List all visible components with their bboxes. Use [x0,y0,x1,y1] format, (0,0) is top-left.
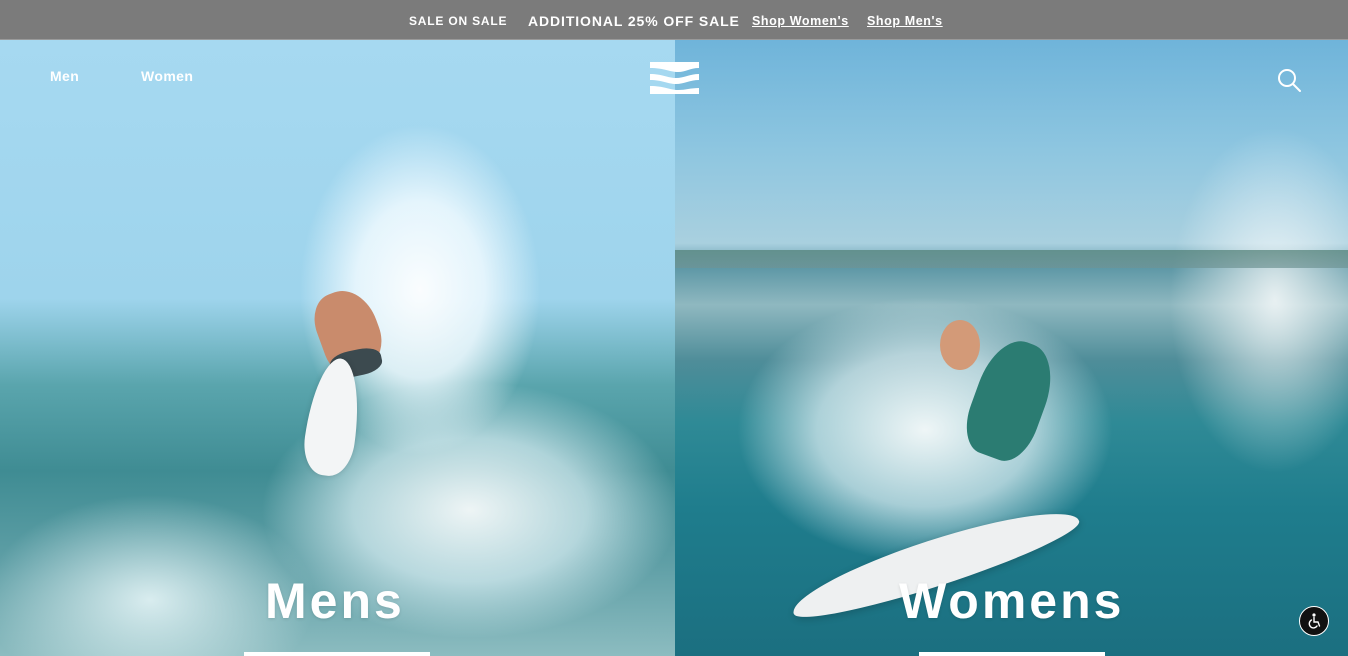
nav-men[interactable]: Men [50,68,79,84]
page: SALE ON SALE ADDITIONAL 25% OFF SALE Sho… [0,0,1348,656]
mens-title[interactable]: Mens [265,572,405,630]
womens-hero-panel[interactable] [675,40,1348,656]
promo-bar: SALE ON SALE ADDITIONAL 25% OFF SALE Sho… [0,0,1348,40]
shop-mens-link[interactable]: Shop Men's [867,0,943,40]
accessibility-button[interactable] [1299,606,1329,636]
shop-mens-button[interactable] [244,652,430,656]
wheelchair-accessibility-icon [1308,613,1321,629]
mens-hero-panel[interactable] [0,40,675,656]
shop-womens-button[interactable] [919,652,1105,656]
search-icon[interactable] [1277,68,1301,92]
horizon-treeline [675,250,1348,268]
promo-additional-discount: ADDITIONAL 25% OFF SALE [528,13,740,29]
promo-sale-on-sale: SALE ON SALE [409,14,508,28]
womens-title[interactable]: Womens [899,572,1124,630]
nav-women[interactable]: Women [141,68,193,84]
billabong-logo-icon[interactable] [650,62,699,94]
surfer-arm [940,320,980,370]
shop-womens-link[interactable]: Shop Women's [752,0,849,40]
